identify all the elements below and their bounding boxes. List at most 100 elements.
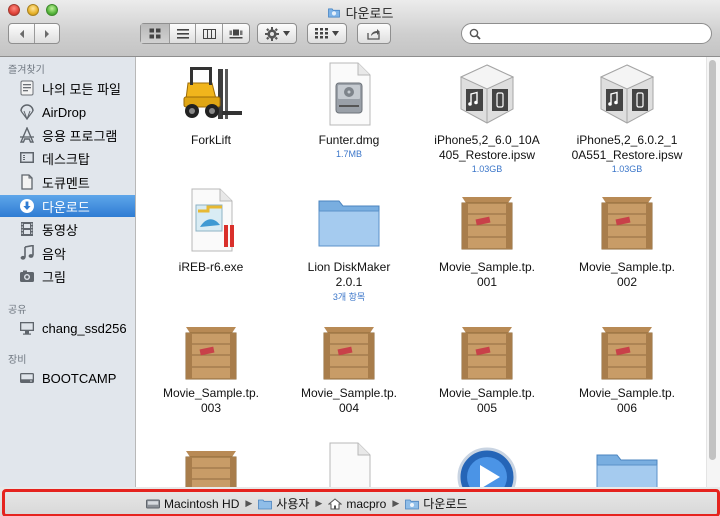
breadcrumb-downloads[interactable]: 다운로드: [405, 495, 467, 512]
blank-document-icon: [329, 442, 371, 487]
gear-icon: [264, 26, 279, 41]
sidebar-item-bootcamp[interactable]: BOOTCAMP: [0, 367, 135, 389]
folder-icon: [258, 499, 273, 509]
file-item-ipsw-10a551[interactable]: iPhone5,2_6.0.2_1 0A551_Restore.ipsw 1.0…: [557, 57, 697, 177]
computer-icon: [18, 319, 36, 337]
sidebar-item-movies[interactable]: 동영상: [0, 218, 135, 240]
breadcrumb-label: 다운로드: [423, 497, 468, 511]
sidebar-item-label: 그림: [42, 269, 66, 285]
downloads-icon: [18, 197, 36, 215]
file-meta: 1.03GB: [611, 164, 643, 174]
sidebar-item-airdrop[interactable]: AirDrop: [0, 101, 135, 123]
file-grid: ForkLift Funter.dmg 1.7MB iPhone5,2_6.0_…: [136, 57, 706, 487]
sidebar-header-shared: 공유: [8, 305, 27, 316]
sidebar-item-music[interactable]: 음악: [0, 242, 135, 264]
sidebar-item-all-my-files[interactable]: 나의 모든 파일: [0, 77, 135, 99]
file-item-document-partial[interactable]: [279, 441, 419, 487]
finder-window: 다운로드 즐겨찾기 나의 모든 파일 AirDrop 응용 프로그램 데스크탑 …: [0, 0, 720, 516]
window-title: 다운로드: [345, 6, 394, 21]
back-button[interactable]: [9, 24, 34, 43]
back-forward-control: [8, 23, 60, 44]
file-item-movie-sample-004[interactable]: Movie_Sample.tp. 004: [279, 315, 419, 430]
breadcrumb-label: Macintosh HD: [164, 496, 240, 511]
sidebar-item-desktop[interactable]: 데스크탑: [0, 147, 135, 169]
share-icon: [367, 28, 380, 40]
share-button[interactable]: [357, 23, 391, 44]
file-name: Movie_Sample.tp. 002: [578, 260, 676, 289]
breadcrumb-macintosh-hd[interactable]: Macintosh HD: [146, 497, 239, 511]
sidebar-item-label: 다운로드: [42, 199, 90, 215]
sidebar-item-label: 음악: [42, 246, 66, 262]
column-view-icon: [202, 28, 216, 39]
sidebar-item-downloads[interactable]: 다운로드: [0, 195, 135, 217]
sidebar-item-documents[interactable]: 도큐멘트: [0, 171, 135, 193]
file-item-crate-partial[interactable]: [141, 441, 281, 487]
archive-crate-icon: [185, 327, 237, 380]
sidebar-item-label: BOOTCAMP: [42, 370, 117, 386]
breadcrumb-separator-icon: ▶: [245, 498, 253, 508]
action-menu-button[interactable]: [257, 23, 297, 44]
desktop-icon: [18, 149, 36, 167]
ipsw-icon: [599, 64, 655, 124]
view-mode-control: [140, 23, 250, 44]
vertical-scrollbar-thumb[interactable]: [709, 60, 716, 460]
sidebar-item-pictures[interactable]: 그림: [0, 265, 135, 287]
arrange-menu-button[interactable]: [307, 23, 347, 44]
search-field[interactable]: [461, 23, 712, 44]
archive-crate-icon: [185, 451, 237, 487]
forklift-app-icon: [183, 67, 242, 119]
file-item-forklift[interactable]: ForkLift: [141, 57, 281, 177]
breadcrumb-users[interactable]: 사용자: [258, 495, 309, 512]
chevron-right-icon: [45, 29, 50, 38]
sidebar-header-devices: 장비: [8, 355, 27, 366]
file-item-lion-diskmaker[interactable]: Lion DiskMaker 2.0.1 3개 항목: [279, 185, 419, 310]
breadcrumb-label: macpro: [346, 496, 387, 511]
forward-button[interactable]: [34, 24, 59, 43]
folder-icon: [596, 454, 658, 487]
file-item-movie-sample-006[interactable]: Movie_Sample.tp. 006: [557, 315, 697, 430]
file-name: iPhone5,2_6.0.2_1 0A551_Restore.ipsw: [571, 133, 683, 162]
breadcrumb-macpro[interactable]: macpro: [328, 497, 386, 511]
toolbar: 다운로드: [0, 0, 720, 57]
file-name: Movie_Sample.tp. 005: [438, 386, 536, 415]
downloads-folder-icon: [405, 499, 420, 509]
file-item-movie-sample-005[interactable]: Movie_Sample.tp. 005: [417, 315, 557, 430]
window-title-bar: 다운로드: [0, 3, 720, 22]
file-item-movie-sample-003[interactable]: Movie_Sample.tp. 003: [141, 315, 281, 430]
file-item-movie-sample-001[interactable]: Movie_Sample.tp. 001: [417, 185, 557, 310]
file-item-funter-dmg[interactable]: Funter.dmg 1.7MB: [279, 57, 419, 177]
hard-drive-icon: [146, 499, 160, 508]
sidebar-header-favorites: 즐겨찾기: [8, 65, 45, 76]
file-meta: 1.7MB: [335, 149, 362, 159]
search-input[interactable]: [484, 26, 708, 43]
home-icon: [328, 497, 343, 509]
sidebar-item-label: 응용 프로그램: [42, 128, 118, 144]
downloads-folder-icon: [327, 8, 340, 18]
chevron-left-icon: [19, 29, 24, 38]
column-view-button[interactable]: [195, 24, 222, 43]
file-item-quicktime-partial[interactable]: [417, 441, 557, 487]
file-item-ipsw-10a405[interactable]: iPhone5,2_6.0_10A 405_Restore.ipsw 1.03G…: [417, 57, 557, 177]
icon-view-button[interactable]: [141, 24, 169, 43]
file-name: Movie_Sample.tp. 006: [578, 386, 676, 415]
pictures-icon: [18, 267, 36, 285]
sidebar-item-chang-ssd256[interactable]: chang_ssd256: [0, 317, 135, 339]
icon-view-icon: [149, 28, 161, 39]
dmg-disk-icon: [329, 62, 371, 126]
file-item-ireb-exe[interactable]: iREB-r6.exe: [141, 185, 281, 310]
sidebar-item-label: 나의 모든 파일: [42, 81, 121, 97]
sidebar-item-label: 도큐멘트: [42, 175, 90, 191]
file-name: iPhone5,2_6.0_10A 405_Restore.ipsw: [434, 133, 540, 162]
cover-flow-view-button[interactable]: [222, 24, 249, 43]
file-item-folder-partial[interactable]: [557, 441, 697, 487]
archive-crate-icon: [461, 327, 513, 380]
sidebar-item-applications[interactable]: 응용 프로그램: [0, 124, 135, 146]
file-name: Lion DiskMaker 2.0.1: [307, 260, 391, 289]
hard-drive-icon: [18, 369, 36, 387]
file-item-movie-sample-002[interactable]: Movie_Sample.tp. 002: [557, 185, 697, 310]
sidebar: 즐겨찾기 나의 모든 파일 AirDrop 응용 프로그램 데스크탑 도큐멘트 …: [0, 57, 136, 487]
list-view-button[interactable]: [168, 24, 196, 43]
ipsw-icon: [459, 64, 515, 124]
dropdown-arrow-icon: [332, 31, 339, 36]
breadcrumb-separator-icon: ▶: [392, 498, 400, 508]
